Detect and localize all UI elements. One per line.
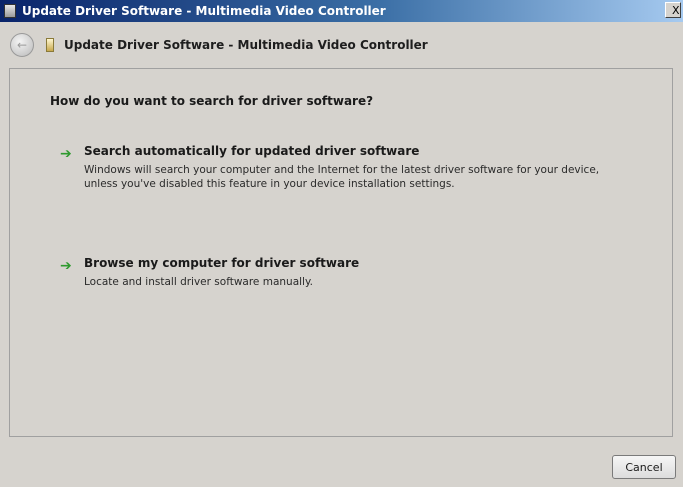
cancel-button[interactable]: Cancel [612, 455, 676, 479]
wizard-title: Update Driver Software - Multimedia Vide… [64, 38, 428, 52]
back-button[interactable]: ← [10, 33, 34, 57]
back-arrow-icon: ← [16, 38, 28, 52]
device-icon [46, 38, 54, 52]
wizard-header: ← Update Driver Software - Multimedia Vi… [0, 22, 683, 68]
window-title: Update Driver Software - Multimedia Vide… [22, 4, 386, 18]
option-description: Windows will search your computer and th… [84, 164, 600, 190]
update-driver-dialog: Update Driver Software - Multimedia Vide… [0, 0, 683, 487]
question-heading: How do you want to search for driver sof… [50, 94, 374, 108]
option-title[interactable]: Browse my computer for driver software [84, 256, 359, 270]
content-panel: How do you want to search for driver sof… [9, 68, 673, 437]
green-arrow-icon: ➔ [60, 146, 72, 162]
close-button[interactable]: X [665, 2, 681, 18]
app-icon [4, 4, 16, 18]
option-title[interactable]: Search automatically for updated driver … [84, 144, 419, 158]
footer: Cancel [0, 437, 683, 487]
green-arrow-icon: ➔ [60, 258, 72, 274]
title-bar[interactable]: Update Driver Software - Multimedia Vide… [0, 0, 683, 22]
option-description: Locate and install driver software manua… [84, 276, 314, 288]
